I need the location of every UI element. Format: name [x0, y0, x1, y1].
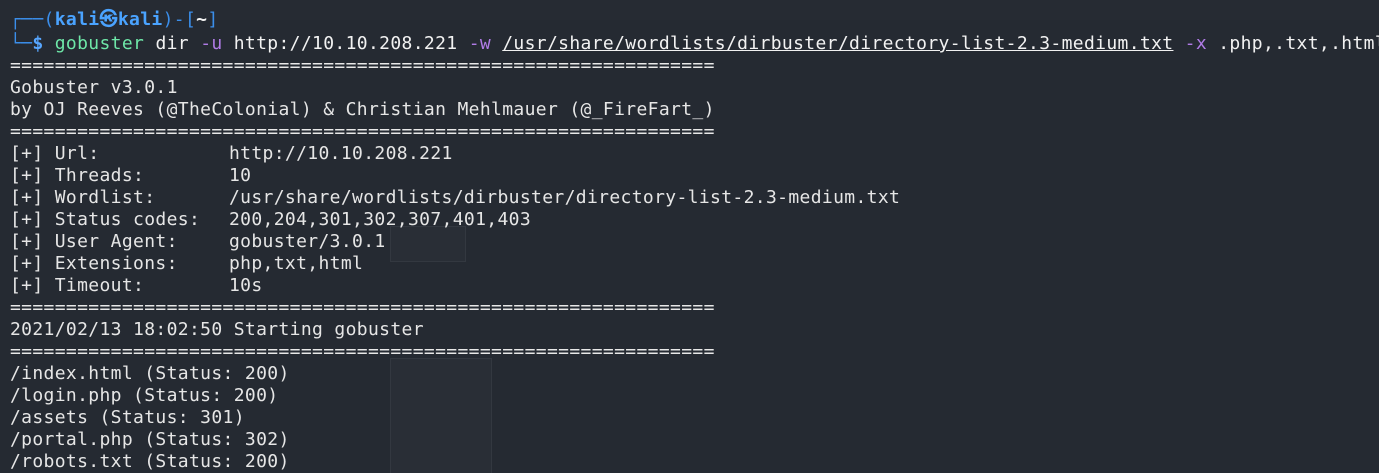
command-url: http://10.10.208.221: [233, 33, 458, 54]
prompt-symbol: $: [32, 33, 44, 54]
config-row: [+] User Agent: gobuster/3.0.1: [10, 231, 386, 253]
flag-x: -x: [1184, 33, 1208, 54]
config-label: [+] Wordlist:: [10, 187, 156, 208]
config-label: [+] Threads:: [10, 165, 145, 186]
config-value: 10: [229, 165, 252, 186]
result-line: /assets (Status: 301): [10, 407, 245, 428]
config-value: http://10.10.208.221: [229, 143, 453, 164]
config-value: 200,204,301,302,307,401,403: [229, 209, 532, 230]
prompt-user: kali: [54, 9, 100, 30]
config-label: [+] Status codes:: [10, 209, 201, 230]
result-line: /robots.txt (Status: 200): [10, 451, 290, 472]
result-line: /index.html (Status: 200): [10, 363, 290, 384]
prompt-host: kali: [117, 9, 163, 30]
config-row: [+] Wordlist: /usr/share/wordlists/dirbus…: [10, 187, 900, 209]
flag-u: -u: [200, 33, 223, 54]
config-row: [+] Status codes: 200,204,301,302,307,401…: [10, 209, 531, 231]
config-value: php,txt,html: [229, 253, 364, 274]
terminal-window[interactable]: ┌──(kali㉿kali)-[~] └─$ gobuster dir -u h…: [0, 0, 1379, 473]
config-value: 10s: [229, 275, 263, 296]
background-panel-ghost: [390, 358, 492, 473]
config-label: [+] User Agent:: [10, 231, 178, 252]
banner-version: Gobuster v3.0.1: [10, 77, 178, 98]
kali-symbol-icon: ㉿: [99, 9, 118, 30]
separator: ========================================…: [10, 341, 715, 362]
command-tool: gobuster: [54, 33, 145, 54]
command-wordlist: /usr/share/wordlists/dirbuster/directory…: [502, 33, 1174, 54]
config-row: [+] Timeout: 10s: [10, 275, 263, 297]
prompt-cwd: ~: [196, 9, 208, 30]
result-line: /login.php (Status: 200): [10, 385, 279, 406]
result-line: /portal.php (Status: 302): [10, 429, 290, 450]
separator: ========================================…: [10, 55, 715, 76]
command-mode: dir: [155, 33, 189, 54]
background-button-ghost: [390, 226, 466, 262]
config-value: /usr/share/wordlists/dirbuster/directory…: [229, 187, 901, 208]
config-label: [+] Url:: [10, 143, 100, 164]
prompt-line: ┌──(kali㉿kali)-[~]: [10, 9, 219, 30]
separator: ========================================…: [10, 121, 715, 142]
config-label: [+] Timeout:: [10, 275, 145, 296]
separator: ========================================…: [10, 297, 715, 318]
config-value: gobuster/3.0.1: [229, 231, 386, 252]
config-row: [+] Extensions: php,txt,html: [10, 253, 363, 275]
config-label: [+] Extensions:: [10, 253, 178, 274]
command-line[interactable]: └─$ gobuster dir -u http://10.10.208.221…: [10, 33, 1379, 55]
banner-authors: by OJ Reeves (@TheColonial) & Christian …: [10, 99, 715, 120]
config-row: [+] Threads: 10: [10, 165, 251, 187]
config-row: [+] Url: http://10.10.208.221: [10, 143, 453, 165]
command-extensions: .php,.txt,.html: [1218, 33, 1379, 54]
start-message: 2021/02/13 18:02:50 Starting gobuster: [10, 319, 424, 340]
flag-w: -w: [468, 33, 492, 54]
